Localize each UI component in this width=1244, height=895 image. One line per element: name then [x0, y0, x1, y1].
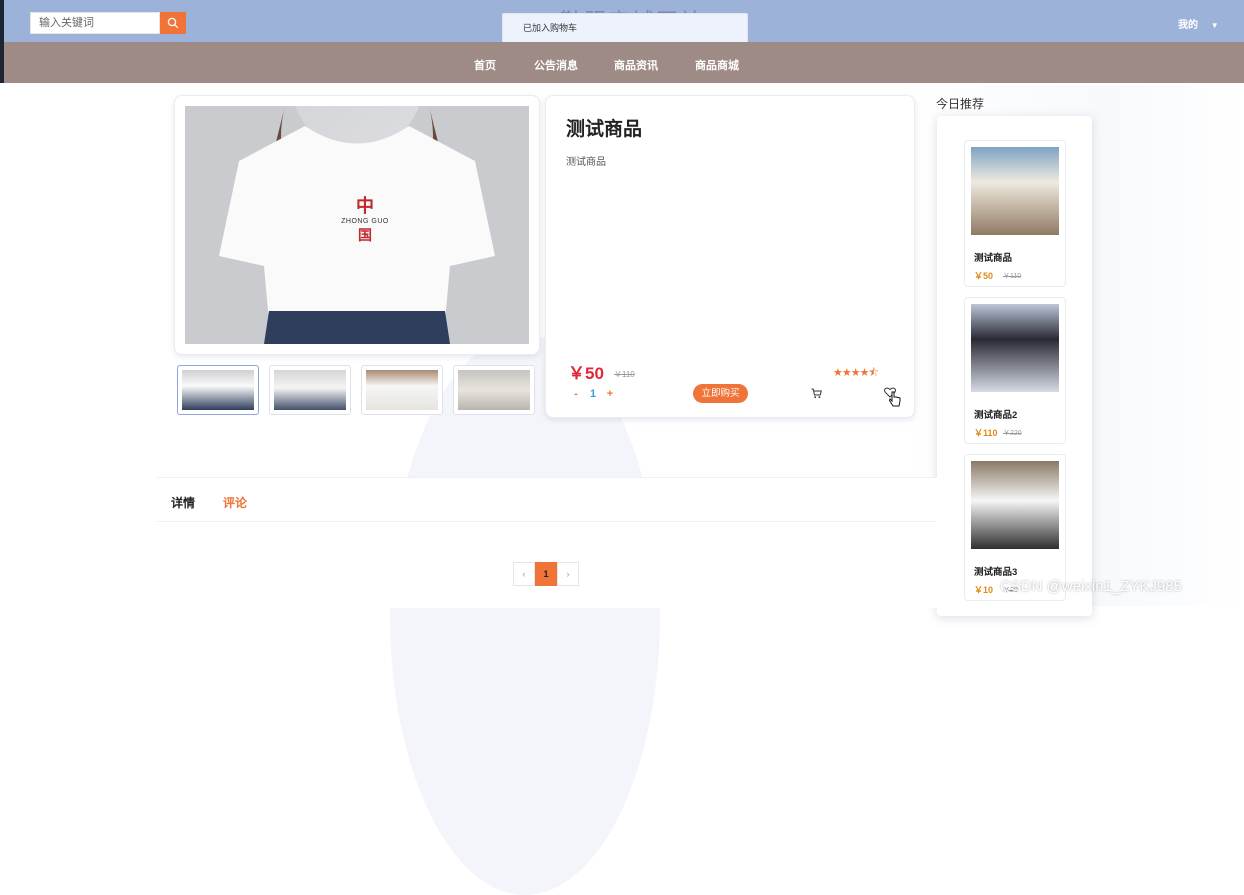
search-icon [167, 17, 179, 29]
quantity-stepper: - 1 + [568, 387, 618, 401]
recommend-item-image [971, 461, 1059, 549]
product-title: 测试商品 [566, 119, 643, 140]
pagination-next-button[interactable]: › [557, 562, 579, 586]
cart-icon[interactable] [811, 388, 822, 399]
left-edge [0, 0, 4, 42]
recommend-item-original-price: ￥220 [1003, 430, 1022, 437]
tab-review[interactable]: 评论 [223, 494, 247, 511]
thumbnail-3[interactable] [361, 365, 443, 415]
product-description: 测试商品 [566, 157, 606, 168]
tshirt-print-char: 中 [356, 196, 374, 216]
quantity-increase-button[interactable]: + [602, 388, 618, 400]
nav-item-notices[interactable]: 公告消息 [534, 57, 578, 73]
product-original-price: ￥110 [614, 370, 635, 379]
pagination: ‹ 1 › [513, 562, 579, 586]
caret-down-icon: ▼ [1210, 21, 1219, 30]
search-input[interactable]: 输入关键词 [30, 12, 160, 34]
product-rating-stars: ★★★★⯪ [833, 367, 879, 379]
nav-item-news[interactable]: 商品资讯 [614, 57, 658, 73]
detail-tabs-section: 详情 评论 ‹ 1 › [157, 477, 937, 608]
main-nav: 首页 公告消息 商品资讯 商品商城 [0, 42, 1244, 83]
nav-item-mall[interactable]: 商品商城 [695, 57, 739, 73]
pagination-page-1[interactable]: 1 [535, 562, 557, 586]
tshirt-print-text: ZHONG GUO [341, 218, 389, 225]
toast-message: 已加入购物车 [502, 13, 748, 43]
thumbnail-image [274, 370, 346, 410]
today-recommend-title: 今日推荐 [936, 97, 985, 111]
recommend-item-price: ￥110 [974, 428, 998, 438]
product-info-card: 测试商品 测试商品 ￥50 ￥110 ★★★★⯪ - 1 + 立即购买 [545, 95, 915, 418]
watermark: CSDN @weixin1_ZYKJ985 [1000, 578, 1182, 595]
search-button[interactable] [160, 12, 186, 34]
recommend-item[interactable]: 测试商品 ￥50 ￥110 [964, 140, 1066, 287]
thumbnail-image [366, 370, 438, 410]
recommend-item-name: 测试商品3 [974, 567, 1018, 578]
my-account-menu[interactable]: 我的 ▼ [1178, 16, 1219, 31]
product-price: ￥50 [568, 364, 604, 383]
recommend-item-original-price: ￥110 [1003, 273, 1022, 280]
tshirt-print-char: 国 [358, 227, 372, 243]
recommend-item-price: ￥50 [974, 271, 994, 281]
quantity-value[interactable]: 1 [584, 388, 602, 400]
pointer-cursor-icon [889, 391, 901, 407]
recommend-item-price: ￥10 [974, 585, 994, 595]
tab-detail[interactable]: 详情 [171, 494, 195, 511]
thumbnail-image [458, 370, 530, 410]
product-main-image: 中 ZHONG GUO 国 [185, 106, 529, 344]
recommend-item-name: 测试商品 [974, 253, 1013, 264]
left-edge [0, 42, 4, 83]
recommend-item-image [971, 304, 1059, 392]
tabs-divider [157, 521, 937, 522]
thumbnail-4[interactable] [453, 365, 535, 415]
recommend-item[interactable]: 测试商品2 ￥110 ￥220 [964, 297, 1066, 444]
quantity-decrease-button[interactable]: - [568, 388, 584, 400]
recommend-item-image [971, 147, 1059, 235]
product-image-card: 中 ZHONG GUO 国 [174, 95, 540, 355]
my-account-label: 我的 [1178, 20, 1198, 31]
thumbnail-1[interactable] [177, 365, 259, 415]
recommend-panel: 测试商品 ￥50 ￥110 测试商品2 ￥110 ￥220 测试商品3 ￥10 … [937, 116, 1092, 616]
background-decoration [390, 335, 660, 895]
nav-item-home[interactable]: 首页 [474, 57, 496, 73]
pagination-prev-button[interactable]: ‹ [513, 562, 535, 586]
thumbnail-image [182, 370, 254, 410]
buy-now-button[interactable]: 立即购买 [693, 384, 748, 403]
recommend-item-name: 测试商品2 [974, 410, 1018, 421]
tshirt-print: 中 ZHONG GUO 国 [335, 192, 395, 245]
thumbnail-2[interactable] [269, 365, 351, 415]
